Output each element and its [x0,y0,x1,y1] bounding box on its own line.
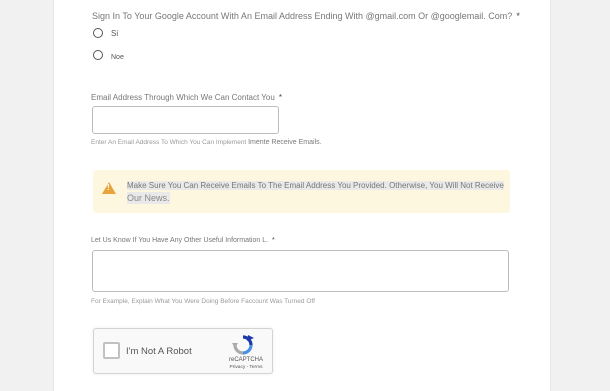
warning-icon [102,182,116,194]
email-field[interactable] [92,106,279,134]
alert-text: Make Sure You Can Receive Emails To The … [127,180,504,205]
info-textarea[interactable] [92,250,509,292]
recaptcha-links[interactable]: Privacy - Terms [220,365,272,370]
required-mark: * [278,93,282,102]
recaptcha-brand: reCAPTCHA [228,357,263,363]
recaptcha-widget: I'm Not A Robot reCAPTCHA Privacy - Term… [93,328,273,374]
radio-button[interactable] [93,50,103,60]
recaptcha-logo-icon [232,335,254,355]
info-label-text: Let Us Know If You Have Any Other Useful… [91,237,269,244]
email-hint-suffix: Imente Receive Emails. [248,139,322,146]
radio-label-noe: Noe [111,53,124,61]
alert-line-2: Our News. [127,192,170,204]
radio-button[interactable] [93,28,103,38]
info-label: Let Us Know If You Have Any Other Useful… [91,237,275,244]
google-account-question: Sign In To Your Google Account With An E… [92,11,520,21]
recaptcha-checkbox[interactable] [103,342,120,359]
email-hint: Enter An Email Address To Which You Can … [91,139,322,146]
recaptcha-label: I'm Not A Robot [126,346,192,357]
info-hint: For Example, Explain What You Were Doing… [91,298,315,305]
radio-option-si[interactable]: Si [93,28,118,38]
email-hint-prefix: Enter An Email Address To Which You Can … [91,139,247,146]
required-mark: * [272,237,275,244]
radio-option-noe[interactable]: Noe [93,50,124,61]
alert-line-1: Make Sure You Can Receive Emails To The … [127,181,504,190]
radio-label-si: Si [111,28,119,38]
email-label-text: Email Address Through Which We Can Conta… [91,93,275,102]
email-warning-alert: Make Sure You Can Receive Emails To The … [93,170,510,213]
required-mark: * [516,11,520,21]
google-account-question-label: Sign In To Your Google Account With An E… [92,11,513,21]
email-label: Email Address Through Which We Can Conta… [91,93,282,102]
form-card: Sign In To Your Google Account With An E… [53,0,551,391]
